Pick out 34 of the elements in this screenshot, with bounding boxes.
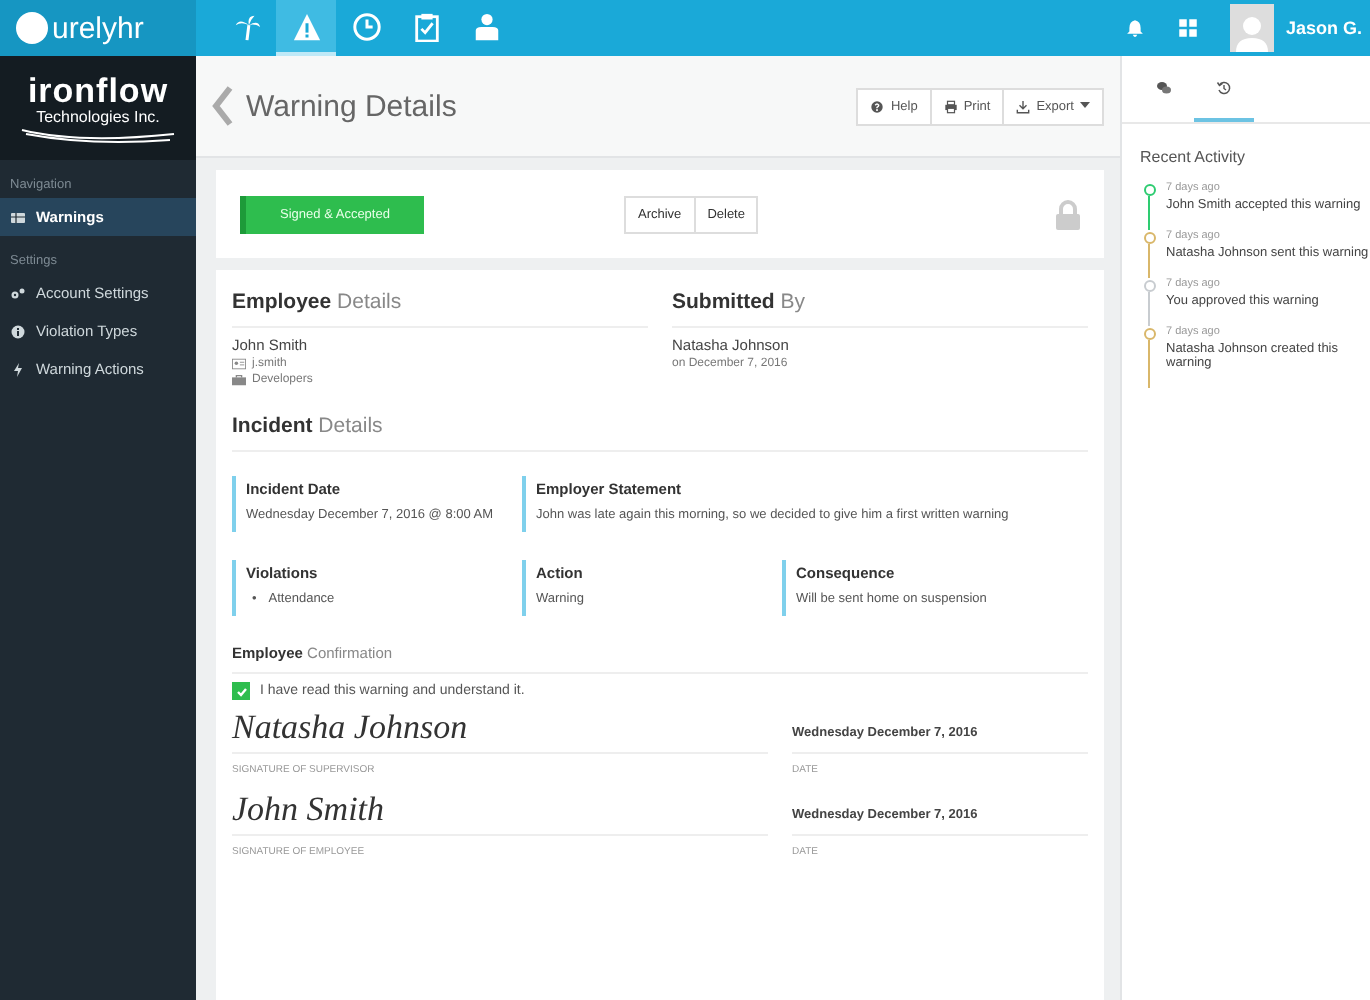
printer-icon	[943, 99, 958, 113]
table-icon	[10, 209, 26, 225]
signature: Natasha Johnson	[232, 708, 768, 754]
info-icon	[10, 323, 26, 339]
chat-icon	[1156, 79, 1172, 95]
checkbox[interactable]	[232, 682, 250, 700]
gears-icon	[10, 285, 26, 301]
id-card-icon	[232, 358, 246, 370]
back-chevron-icon[interactable]	[212, 86, 234, 126]
logo-mark-icon	[16, 12, 48, 44]
nav-tab[interactable]	[276, 0, 336, 56]
section-heading: Incident Details	[232, 414, 1088, 452]
caret-icon	[1080, 102, 1090, 110]
warning-icon	[291, 11, 321, 41]
help-icon	[870, 99, 885, 113]
company-subtitle: Technologies Inc.	[36, 107, 160, 125]
apps-grid-icon[interactable]	[1177, 18, 1198, 38]
palm-tree-icon	[231, 11, 261, 41]
section-heading: Submitted By	[672, 290, 1088, 328]
person-icon	[471, 11, 501, 41]
clipboard-check-icon	[411, 11, 441, 41]
swoosh-icon	[20, 125, 176, 143]
bell-icon[interactable]	[1126, 18, 1145, 38]
company-name: ironflow	[27, 73, 169, 107]
bolt-icon	[10, 361, 26, 377]
signature: John Smith	[232, 790, 768, 836]
page-title: Warning Details	[246, 89, 459, 123]
briefcase-icon	[232, 374, 246, 386]
download-icon	[1016, 99, 1031, 113]
section-heading: Employee Details	[232, 290, 648, 328]
clock-icon	[351, 11, 381, 41]
history-icon	[1216, 79, 1232, 95]
avatar-silhouette[interactable]	[1229, 4, 1274, 52]
panel-title: Recent Activity	[1140, 148, 1247, 166]
